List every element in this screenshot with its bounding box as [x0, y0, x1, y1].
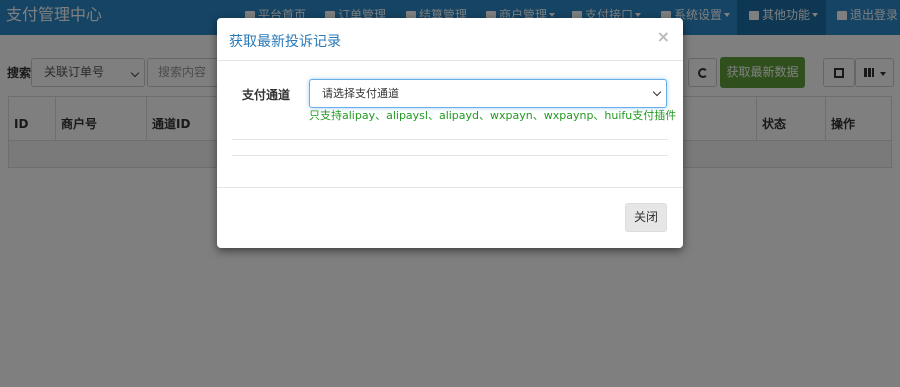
modal-header-divider [217, 60, 683, 61]
chevron-down-icon [652, 87, 662, 97]
channel-help-text: 只支持alipay、alipaysl、alipayd、wxpayn、wxpayn… [309, 109, 677, 122]
form-divider [232, 155, 668, 156]
channel-select-value: 请选择支付通道 [322, 87, 399, 100]
payment-channel-select[interactable]: 请选择支付通道 [309, 79, 667, 108]
form-divider [232, 139, 668, 140]
close-icon[interactable]: × [657, 27, 670, 46]
modal-footer-divider [217, 187, 683, 188]
modal-title: 获取最新投诉记录 [229, 34, 341, 50]
channel-label: 支付通道 [242, 88, 291, 102]
complaints-modal: 获取最新投诉记录 × 支付通道 请选择支付通道 只支持alipay、alipay… [217, 18, 683, 248]
close-button[interactable]: 关闭 [625, 203, 667, 232]
